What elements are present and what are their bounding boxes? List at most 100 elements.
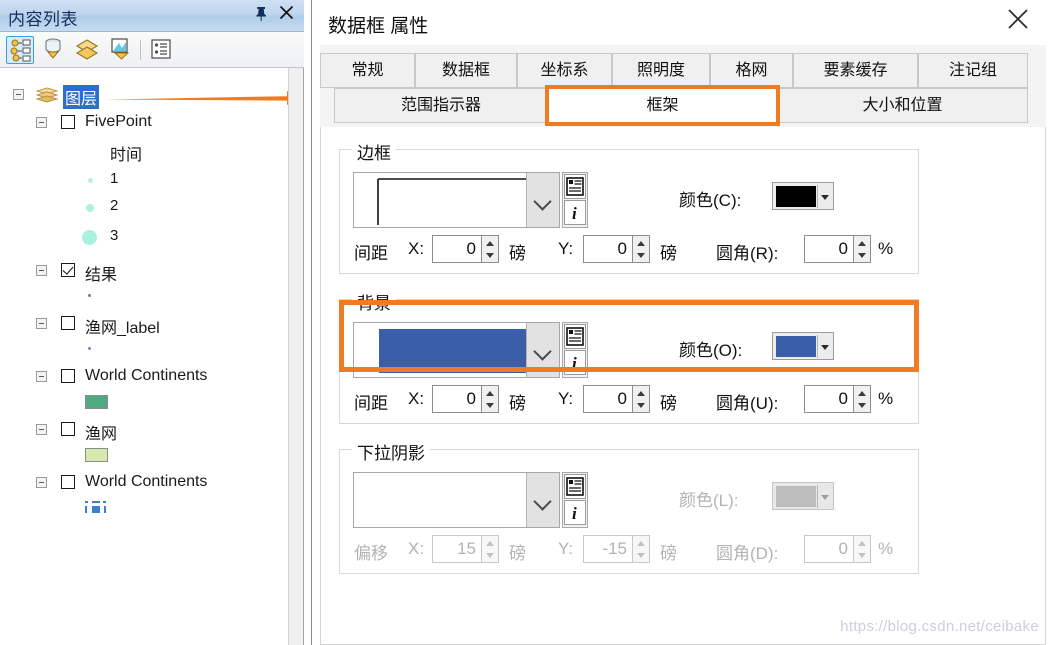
tab-coordinate-sys[interactable]: 坐标系 <box>517 53 612 88</box>
spinner-down-icon[interactable] <box>482 399 497 412</box>
list-by-visibility-icon[interactable] <box>74 36 102 64</box>
layer-checkbox[interactable] <box>61 115 75 129</box>
tab-frame[interactable]: 框架 <box>545 85 780 126</box>
dialog-title-bar: 数据框 属性 <box>312 0 1051 45</box>
background-color-label: 颜色(O): <box>679 341 743 360</box>
tree-row-class-1[interactable]: 1 <box>0 166 288 192</box>
background-corner-unit: % <box>878 389 894 408</box>
border-x-input[interactable]: 0 <box>432 235 482 263</box>
tree-label-world-continents-2: World Continents <box>85 473 208 490</box>
background-y-label: Y: <box>558 389 574 408</box>
background-corner-input[interactable]: 0 <box>804 385 854 413</box>
spinner-up-icon[interactable] <box>482 236 497 249</box>
expander-icon[interactable] <box>36 424 47 435</box>
close-icon[interactable] <box>276 5 296 25</box>
border-x-label: X: <box>408 239 425 258</box>
chevron-down-icon <box>821 345 829 350</box>
tab-data-frame[interactable]: 数据框 <box>415 53 517 88</box>
border-symbol-preview[interactable] <box>353 172 560 228</box>
expander-icon[interactable] <box>36 318 47 329</box>
shadow-symbol-preview[interactable] <box>353 472 560 528</box>
tab-size-and-position[interactable]: 大小和位置 <box>777 88 1028 123</box>
tree-row-fivepoint[interactable]: FivePoint <box>0 110 288 136</box>
symbol-properties-icon[interactable]: i <box>564 500 586 525</box>
tree-row-world-continents-1[interactable]: World Continents <box>0 364 288 390</box>
border-y-spinner[interactable] <box>633 235 650 263</box>
tab-grids[interactable]: 格网 <box>710 53 793 88</box>
layer-checkbox[interactable] <box>61 316 75 330</box>
tree-row-class-2[interactable]: 2 <box>0 194 288 220</box>
spinner-down-icon[interactable] <box>633 249 648 262</box>
border-symbol-dropdown[interactable] <box>526 173 559 227</box>
spinner-up-icon[interactable] <box>854 236 869 249</box>
tab-extent-indicators[interactable]: 范围指示器 <box>334 88 548 123</box>
layer-checkbox[interactable] <box>61 263 75 277</box>
spinner-up-icon[interactable] <box>482 386 497 399</box>
background-color-dropdown[interactable] <box>817 335 831 358</box>
border-y-input[interactable]: 0 <box>583 235 633 263</box>
symbol-properties-icon[interactable]: i <box>564 350 586 375</box>
border-corner-input[interactable]: 0 <box>804 235 854 263</box>
border-color-button[interactable] <box>772 182 834 210</box>
options-icon[interactable] <box>148 36 176 64</box>
spinner-up-icon[interactable] <box>633 386 648 399</box>
layer-checkbox[interactable] <box>61 422 75 436</box>
tab-illumination[interactable]: 照明度 <box>612 53 710 88</box>
tab-feature-cache[interactable]: 要素缓存 <box>793 53 918 88</box>
pin-icon[interactable] <box>252 6 270 26</box>
list-by-drawing-order-icon[interactable] <box>6 36 34 64</box>
dialog-tab-strip: 常规 数据框 坐标系 照明度 格网 要素缓存 注记组 范围指示器 框架 大小和位… <box>320 45 1046 127</box>
spinner-down-icon[interactable] <box>633 399 648 412</box>
border-y-label: Y: <box>558 239 574 258</box>
data-frame-properties-dialog: 数据框 属性 常规 数据框 坐标系 照明度 格网 要素缓存 注记组 范围指示器 … <box>311 0 1051 645</box>
layer-checkbox[interactable] <box>61 475 75 489</box>
background-corner-spinner[interactable] <box>854 385 871 413</box>
border-color-dropdown[interactable] <box>817 185 831 208</box>
symbol-selector-icon[interactable] <box>564 474 586 499</box>
spinner-down-icon[interactable] <box>854 249 869 262</box>
border-corner-spinner[interactable] <box>854 235 871 263</box>
tab-annotation-grp[interactable]: 注记组 <box>918 53 1028 88</box>
background-symbol-preview[interactable] <box>353 322 560 378</box>
shadow-symbol-dropdown[interactable] <box>526 473 559 527</box>
border-x-spinner[interactable] <box>482 235 499 263</box>
symbol-selector-icon[interactable] <box>564 174 586 199</box>
tree-row-fishnet[interactable]: 渔网 <box>0 417 288 443</box>
tree-label-fishnet-label: 渔网_label <box>85 320 160 337</box>
background-symbol-dropdown[interactable] <box>526 323 559 377</box>
layer-checkbox[interactable] <box>61 369 75 383</box>
tree-row-fishnet-label[interactable]: 渔网_label <box>0 311 288 337</box>
tab-general[interactable]: 常规 <box>320 53 415 88</box>
expander-icon[interactable] <box>13 89 24 100</box>
expander-icon[interactable] <box>36 265 47 276</box>
background-x-input[interactable]: 0 <box>432 385 482 413</box>
background-x-spinner[interactable] <box>482 385 499 413</box>
toc-vertical-scrollbar[interactable] <box>288 68 303 645</box>
tree-row-class-3[interactable]: 3 <box>0 224 288 250</box>
tree-row-world-continents-2[interactable]: World Continents <box>0 470 288 496</box>
list-by-source-icon[interactable] <box>40 36 68 64</box>
expander-icon[interactable] <box>36 117 47 128</box>
grid-symbol-icon <box>83 499 111 522</box>
background-symbol-buttons: i <box>562 322 588 378</box>
dialog-title: 数据框 属性 <box>328 16 429 37</box>
background-group-title: 背景 <box>352 289 396 314</box>
close-icon[interactable] <box>1004 8 1032 36</box>
spinner-up-icon[interactable] <box>854 386 869 399</box>
tree-row-result[interactable]: 结果 <box>0 258 288 284</box>
shadow-corner-spinner <box>854 535 871 563</box>
background-y-input[interactable]: 0 <box>583 385 633 413</box>
expander-icon[interactable] <box>36 477 47 488</box>
border-corner-label: 圆角(R): <box>716 244 779 263</box>
symbol-selector-icon[interactable] <box>564 324 586 349</box>
spinner-down-icon[interactable] <box>854 399 869 412</box>
background-y-spinner[interactable] <box>633 385 650 413</box>
background-color-button[interactable] <box>772 332 834 360</box>
shadow-corner-input: 0 <box>804 535 854 563</box>
spinner-down-icon[interactable] <box>482 249 497 262</box>
symbol-properties-icon[interactable]: i <box>564 200 586 225</box>
spinner-up-icon[interactable] <box>633 236 648 249</box>
background-group: 背景 i 颜色(O): 间距 X: 0 磅 Y: 0 磅 圆角(U): 0 % <box>339 289 919 424</box>
list-by-selection-icon[interactable] <box>108 36 136 64</box>
expander-icon[interactable] <box>36 371 47 382</box>
